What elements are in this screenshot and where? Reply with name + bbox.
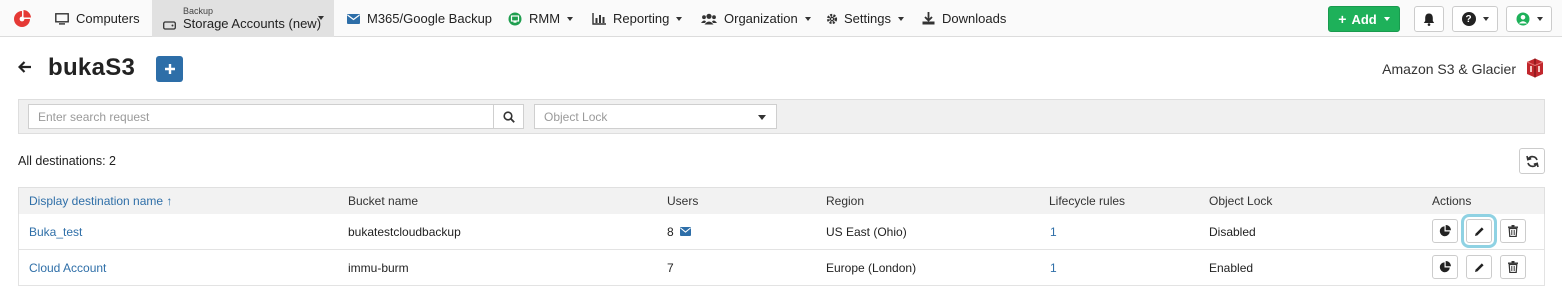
chevron-down-icon — [758, 115, 766, 120]
column-header-bucket-name: Bucket name — [348, 194, 419, 208]
nav-downloads-label: Downloads — [942, 11, 1007, 26]
statistics-button[interactable] — [1432, 219, 1458, 243]
object-lock-select[interactable]: Object Lock — [534, 104, 777, 129]
monitor-icon — [55, 12, 69, 26]
plus-icon — [164, 64, 175, 74]
bucket-name: bukatestcloudbackup — [348, 224, 461, 239]
nav-m365-google-backup[interactable]: M365/Google Backup — [346, 0, 492, 37]
search-button[interactable] — [493, 104, 524, 129]
add-destination-button[interactable] — [156, 56, 183, 82]
download-icon — [921, 12, 935, 26]
table-row: Buka_test bukatestcloudbackup 8 US East … — [18, 214, 1545, 250]
edit-button[interactable] — [1466, 255, 1492, 279]
envelope-icon[interactable] — [679, 227, 691, 236]
nav-settings-label: Settings — [844, 11, 891, 26]
pie-chart-icon — [1439, 261, 1451, 273]
pie-logo-icon[interactable] — [12, 9, 32, 29]
edit-button[interactable] — [1461, 214, 1497, 248]
nav-organization[interactable]: Organization — [701, 0, 811, 37]
chevron-down-icon — [897, 16, 904, 21]
table-row: Cloud Account immu-burm 7 Europe (London… — [18, 250, 1545, 286]
nav-computers[interactable]: Computers — [55, 0, 140, 37]
nav-rmm-label: RMM — [529, 11, 561, 26]
delete-button[interactable] — [1500, 255, 1526, 279]
notifications-button[interactable] — [1414, 6, 1444, 32]
nav-computers-label: Computers — [76, 11, 140, 26]
region: Europe (London) — [826, 260, 917, 275]
column-header-object-lock: Object Lock — [1209, 194, 1273, 208]
search-icon — [502, 110, 515, 123]
help-icon: ? — [1461, 12, 1476, 26]
lifecycle-rules-link[interactable]: 1 — [1050, 250, 1057, 285]
nav-backup[interactable]: Backup Storage Accounts (new) — [152, 0, 334, 37]
chevron-down-icon — [1383, 17, 1390, 21]
table-header: Display destination name ↑ Bucket name U… — [18, 187, 1545, 215]
lifecycle-rules-link[interactable]: 1 — [1050, 214, 1057, 249]
pencil-icon — [1474, 262, 1484, 272]
object-lock-status: Enabled — [1209, 260, 1254, 275]
add-button-label: Add — [1351, 11, 1377, 27]
destination-name-link[interactable]: Cloud Account — [29, 250, 106, 285]
chevron-down-icon — [1536, 17, 1543, 21]
object-lock-select-placeholder: Object Lock — [544, 109, 608, 124]
chevron-down-icon — [676, 16, 683, 21]
pie-chart-icon — [1439, 225, 1451, 237]
region: US East (Ohio) — [826, 224, 907, 239]
destination-name-link[interactable]: Buka_test — [29, 214, 82, 249]
add-button[interactable]: + Add — [1328, 6, 1400, 32]
column-header-users: Users — [667, 194, 699, 208]
search-input[interactable] — [28, 104, 494, 129]
bell-icon — [1423, 13, 1435, 26]
users-icon — [701, 12, 717, 26]
trash-icon — [1508, 261, 1518, 273]
pencil-icon — [1474, 226, 1484, 236]
chevron-down-icon — [804, 16, 811, 21]
nav-backup-label: Storage Accounts (new) — [183, 15, 322, 31]
nav-m365-label: M365/Google Backup — [367, 11, 493, 26]
destinations-count: All destinations: 2 — [18, 154, 116, 168]
amazon-s3-icon — [1526, 58, 1544, 78]
top-navbar: Computers Backup Storage Accounts (new) … — [0, 0, 1562, 37]
column-header-actions: Actions — [1432, 194, 1472, 208]
envelope-icon — [346, 12, 360, 26]
chevron-down-icon — [567, 16, 574, 21]
back-arrow-icon[interactable] — [18, 60, 32, 74]
object-lock-status: Disabled — [1209, 224, 1256, 239]
column-header-region: Region — [826, 194, 865, 208]
user-menu-button[interactable] — [1506, 6, 1552, 32]
users-count: 8 — [667, 214, 691, 249]
chevron-down-icon — [318, 16, 324, 20]
nav-backup-label-small: Backup — [183, 5, 214, 16]
users-count-value: 8 — [667, 224, 674, 239]
users-count: 7 — [667, 260, 674, 275]
trash-icon — [1508, 225, 1518, 237]
refresh-icon — [1525, 155, 1539, 167]
hdd-icon — [162, 18, 176, 32]
column-header-lifecycle-rules: Lifecycle rules — [1049, 194, 1126, 208]
help-button[interactable]: ? — [1452, 6, 1498, 32]
delete-button[interactable] — [1500, 219, 1526, 243]
plus-icon: + — [1338, 11, 1347, 27]
gear-icon — [826, 12, 838, 26]
refresh-button[interactable] — [1519, 148, 1545, 174]
bar-chart-icon — [592, 12, 606, 26]
nav-rmm[interactable]: RMM — [508, 0, 574, 37]
column-header-display-name[interactable]: Display destination name ↑ — [29, 188, 172, 214]
nav-reporting-label: Reporting — [613, 11, 670, 26]
storage-provider-label: Amazon S3 & Glacier — [1382, 61, 1516, 77]
bucket-name: immu-burm — [348, 260, 409, 275]
page-title: bukaS3 — [48, 54, 136, 81]
statistics-button[interactable] — [1432, 255, 1458, 279]
nav-downloads[interactable]: Downloads — [921, 0, 1006, 37]
nav-reporting[interactable]: Reporting — [592, 0, 683, 37]
user-circle-icon — [1516, 12, 1529, 26]
nav-settings[interactable]: Settings — [826, 0, 904, 37]
rmm-icon — [508, 12, 522, 26]
chevron-down-icon — [1482, 17, 1489, 21]
nav-organization-label: Organization — [724, 11, 798, 26]
